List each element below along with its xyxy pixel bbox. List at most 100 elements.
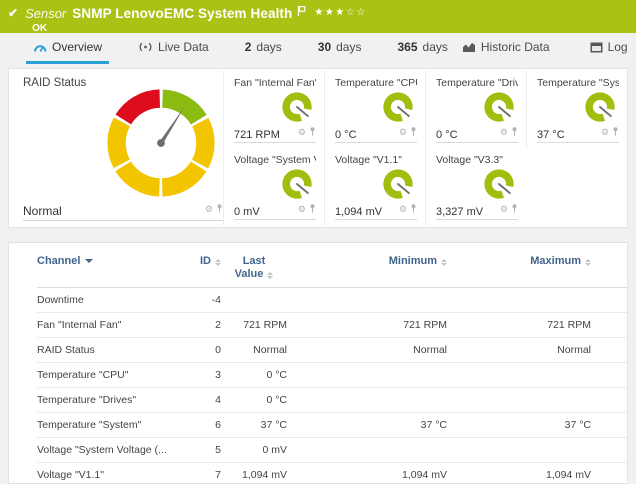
gauge-pin-icon[interactable] — [511, 123, 518, 141]
channel-last-value: 0 °C — [221, 388, 287, 413]
gauge-dial — [482, 90, 516, 124]
column-header-last-value[interactable]: LastValue — [221, 247, 287, 288]
gauge-title: Voltage "V1.1" — [335, 154, 417, 166]
channel-name: RAID Status — [37, 338, 187, 363]
gauge-value: 721 RPM — [234, 129, 280, 141]
channel-name: Temperature "CPU" — [37, 363, 187, 388]
gauge-pin-icon[interactable] — [511, 200, 518, 218]
overview-gauge-icon — [33, 41, 47, 54]
live-data-icon — [138, 41, 153, 53]
channel-maximum: 37 °C — [447, 413, 591, 438]
gauge-settings-gear-icon[interactable]: ⚙ — [601, 128, 609, 137]
channel-maximum — [447, 438, 591, 463]
tab-log[interactable]: Log — [583, 33, 635, 64]
table-header-row: Channel ID LastValue Minimum Maximum — [37, 247, 628, 288]
sort-caret-icon — [85, 259, 93, 263]
tab-historic-data[interactable]: Historic Data — [455, 33, 557, 64]
gauge-pin-icon[interactable] — [410, 123, 417, 141]
gauge-dial — [482, 167, 516, 201]
channel-name: Voltage "System Voltage (... — [37, 438, 187, 463]
gauge-card-fan-internal-fan: Fan "Internal Fan" 721 RPM ⚙ — [223, 71, 324, 148]
overview-panel: RAID Status Normal ⚙ — [8, 68, 628, 228]
channel-id: 4 — [187, 388, 221, 413]
column-header-maximum[interactable]: Maximum — [447, 247, 591, 288]
gauge-card-voltage-v1-1: Voltage "V1.1" 1,094 mV ⚙ — [324, 148, 425, 225]
gauge-pin-icon[interactable] — [309, 200, 316, 218]
channel-maximum — [447, 363, 591, 388]
historic-data-chart-icon — [462, 41, 476, 53]
priority-stars[interactable]: ★★★☆☆ — [314, 7, 366, 18]
gauge-title: Temperature "CPU" — [335, 77, 417, 89]
column-header-channel[interactable]: Channel — [37, 247, 187, 288]
channel-last-value: 0 mV — [221, 438, 287, 463]
gauge-card-temperature-cpu: Temperature "CPU" 0 °C ⚙ — [324, 71, 425, 148]
gauge-settings-gear-icon[interactable]: ⚙ — [298, 205, 306, 214]
tab-30-days[interactable]: 30days — [311, 33, 369, 64]
column-header-actions — [591, 247, 628, 288]
gauge-settings-gear-icon[interactable]: ⚙ — [298, 128, 306, 137]
table-row-temperature-drives: Temperature "Drives" 4 0 °C — [37, 388, 628, 413]
gauge-card-empty — [526, 148, 627, 225]
channel-last-value: 1,094 mV — [221, 463, 287, 484]
table-row-raid-status: RAID Status 0 Normal Normal Normal — [37, 338, 628, 363]
sort-arrows-icon — [441, 259, 447, 266]
channel-maximum — [447, 388, 591, 413]
gauge-settings-gear-icon[interactable]: ⚙ — [205, 205, 213, 214]
gauge-title: Fan "Internal Fan" — [234, 77, 316, 89]
gauge-pin-icon[interactable] — [612, 123, 619, 141]
channel-last-value — [221, 288, 287, 313]
gauge-settings-gear-icon[interactable]: ⚙ — [399, 128, 407, 137]
channel-last-value: 0 °C — [221, 363, 287, 388]
raid-status-gauge-dial — [105, 87, 217, 199]
gauge-dial — [583, 90, 617, 124]
log-icon — [590, 42, 603, 53]
gauge-settings-gear-icon[interactable]: ⚙ — [399, 205, 407, 214]
tab-live-data[interactable]: Live Data — [131, 33, 216, 64]
tab-2-days[interactable]: 2days — [238, 33, 289, 64]
gauge-dial — [280, 167, 314, 201]
sort-arrows-icon — [215, 259, 221, 266]
gauge-card-voltage-system-voltage: Voltage "System Voltage (12... 0 mV ⚙ — [223, 148, 324, 225]
raid-status-value: Normal — [23, 204, 62, 218]
channel-name: Fan "Internal Fan" — [37, 313, 187, 338]
channel-maximum: Normal — [447, 338, 591, 363]
sensor-kind-label: Sensor — [25, 6, 66, 21]
gauge-dial — [280, 90, 314, 124]
sensor-title: SNMP LenovoEMC System Health — [72, 6, 292, 21]
channel-name: Temperature "Drives" — [37, 388, 187, 413]
gauge-card-temperature-system: Temperature "System" 37 °C ⚙ — [526, 71, 627, 148]
gauge-settings-gear-icon[interactable]: ⚙ — [500, 128, 508, 137]
column-header-minimum[interactable]: Minimum — [287, 247, 447, 288]
channel-id: 5 — [187, 438, 221, 463]
channel-minimum: Normal — [287, 338, 447, 363]
gauge-title: Temperature "Drives" — [436, 77, 518, 89]
gauge-needle — [159, 105, 185, 143]
gauge-pin-icon[interactable] — [309, 123, 316, 141]
mini-gauges-grid: Fan "Internal Fan" 721 RPM ⚙ Temperature… — [223, 69, 627, 227]
channel-id: 7 — [187, 463, 221, 484]
sensor-header-bar: ✔ Sensor SNMP LenovoEMC System Health ★★… — [0, 0, 636, 33]
channel-minimum — [287, 388, 447, 413]
channel-maximum — [447, 288, 591, 313]
channel-last-value: Normal — [221, 338, 287, 363]
gauge-value: 0 °C — [335, 129, 357, 141]
column-header-id[interactable]: ID — [187, 247, 221, 288]
gauge-title: Temperature "System" — [537, 77, 619, 89]
gauge-pin-icon[interactable] — [410, 200, 417, 218]
gauge-card-voltage-v3-3: Voltage "V3.3" 3,327 mV ⚙ — [425, 148, 526, 225]
table-row-downtime: Downtime -4 — [37, 288, 628, 313]
channel-minimum: 1,094 mV — [287, 463, 447, 484]
gauge-settings-gear-icon[interactable]: ⚙ — [500, 205, 508, 214]
gauge-dial — [381, 167, 415, 201]
table-row-fan-internal-fan: Fan "Internal Fan" 2 721 RPM 721 RPM 721… — [37, 313, 628, 338]
raid-status-gauge-card: RAID Status Normal ⚙ — [9, 69, 223, 227]
gauge-title: Voltage "System Voltage (12... — [234, 154, 316, 166]
gauge-card-temperature-drives: Temperature "Drives" 0 °C ⚙ — [425, 71, 526, 148]
tab-365-days[interactable]: 365days — [390, 33, 454, 64]
channel-id: 3 — [187, 363, 221, 388]
tab-overview[interactable]: Overview — [26, 33, 109, 64]
channel-table-panel: Channel ID LastValue Minimum Maximum Dow… — [8, 242, 628, 484]
gauge-pin-icon[interactable] — [216, 200, 223, 218]
table-row-voltage-system-voltage: Voltage "System Voltage (... 5 0 mV — [37, 438, 628, 463]
flag-icon[interactable] — [297, 4, 306, 22]
